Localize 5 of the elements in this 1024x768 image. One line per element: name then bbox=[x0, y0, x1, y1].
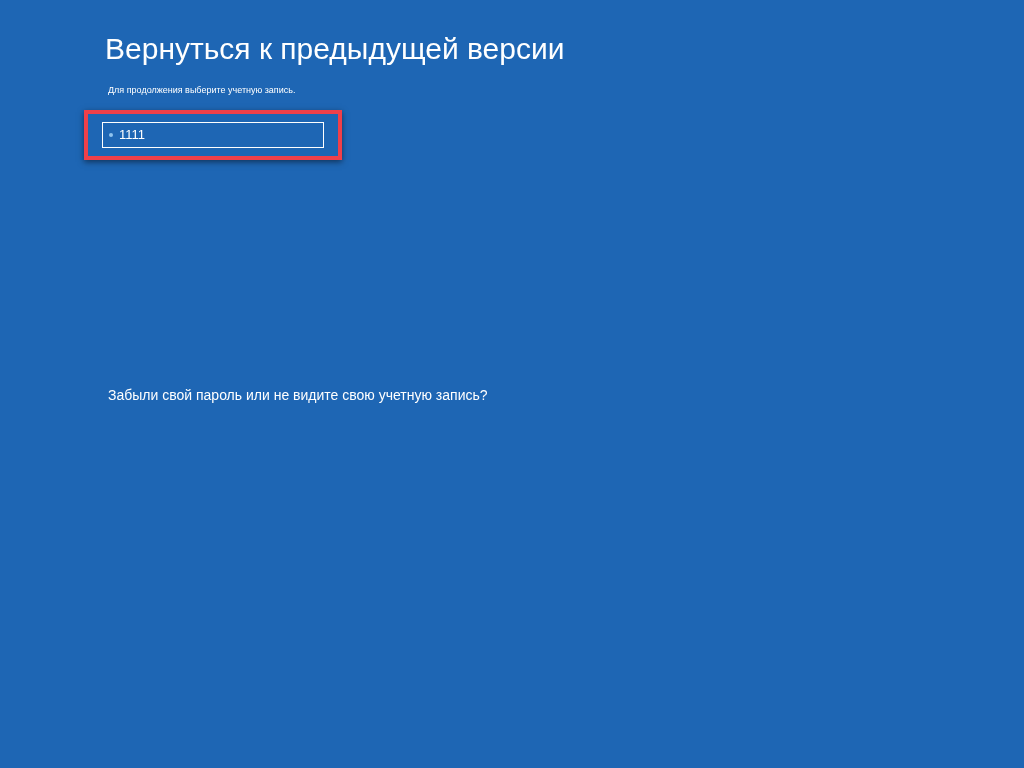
account-item[interactable]: 1111 bbox=[102, 122, 324, 148]
bullet-icon bbox=[109, 133, 113, 137]
instruction-text: Для продолжения выберите учетную запись. bbox=[108, 84, 296, 96]
forgot-password-link[interactable]: Забыли свой пароль или не видите свою учетную запись? bbox=[108, 386, 488, 404]
page-title: Вернуться к предыдущей версии bbox=[105, 31, 565, 67]
